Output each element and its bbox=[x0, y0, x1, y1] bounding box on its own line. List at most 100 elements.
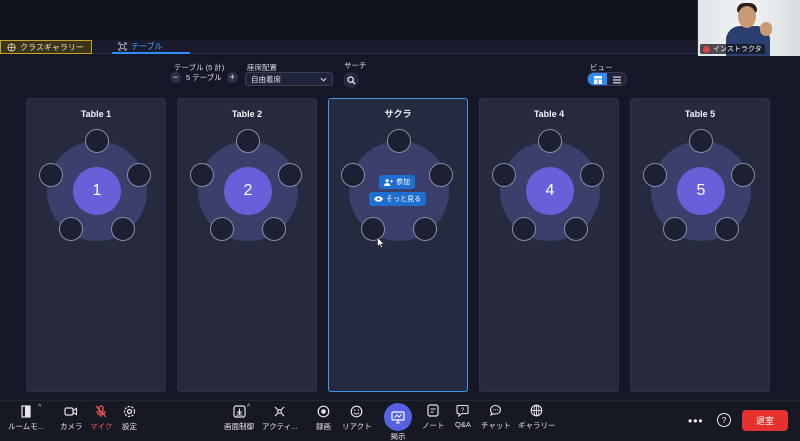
presentation-icon bbox=[391, 410, 405, 424]
activity-icon bbox=[274, 406, 285, 417]
seat[interactable] bbox=[512, 217, 536, 241]
seat[interactable] bbox=[689, 129, 713, 153]
note-button[interactable]: ノート bbox=[422, 404, 445, 431]
table-number: 4 bbox=[526, 167, 574, 215]
grid-view-icon bbox=[593, 76, 602, 84]
note-label: ノート bbox=[422, 421, 445, 430]
table-card-1[interactable]: Table 1 1 bbox=[26, 98, 166, 392]
seat[interactable] bbox=[127, 163, 151, 187]
seat[interactable] bbox=[580, 163, 604, 187]
seat[interactable] bbox=[262, 217, 286, 241]
seat[interactable] bbox=[341, 163, 365, 187]
tab-table[interactable]: テーブル bbox=[112, 40, 190, 54]
chat-icon bbox=[490, 404, 502, 417]
settings-label: 設定 bbox=[122, 422, 137, 431]
video-name: インストラクタ bbox=[713, 46, 762, 53]
smiley-icon bbox=[350, 405, 363, 418]
reaction-button[interactable]: リアクト bbox=[342, 405, 372, 432]
help-button[interactable]: ? bbox=[717, 413, 731, 427]
seat[interactable] bbox=[59, 217, 83, 241]
join-button[interactable]: 参加 bbox=[379, 175, 415, 189]
seating-value: 自由着席 bbox=[251, 74, 281, 84]
table-number: 5 bbox=[677, 167, 725, 215]
table-number: 1 bbox=[73, 167, 121, 215]
camera-button[interactable]: カメラ bbox=[60, 405, 83, 432]
add-user-icon bbox=[384, 178, 393, 186]
seat[interactable] bbox=[210, 217, 234, 241]
leave-button[interactable]: 退室 bbox=[742, 410, 788, 431]
instructor-video[interactable]: インストラクタ bbox=[697, 0, 800, 56]
seat[interactable] bbox=[564, 217, 588, 241]
search-icon bbox=[346, 75, 356, 85]
tab-class-gallery-label: クラスギャラリー bbox=[20, 42, 84, 52]
room-mode-label: ルームモ... bbox=[8, 422, 45, 431]
table-card-sakura[interactable]: サクラ 参加 そっと見る bbox=[328, 98, 468, 392]
search-label: サーチ bbox=[344, 61, 367, 70]
list-view-button[interactable] bbox=[607, 73, 626, 85]
list-view-icon bbox=[612, 76, 621, 84]
door-icon bbox=[21, 405, 31, 418]
eye-icon bbox=[374, 196, 383, 202]
gallery-button[interactable]: ギャラリー bbox=[518, 404, 556, 431]
record-button[interactable]: 録画 bbox=[316, 405, 331, 432]
seat[interactable] bbox=[387, 129, 411, 153]
question-bubble-icon: ? bbox=[456, 404, 469, 417]
table-title: Table 5 bbox=[684, 109, 716, 119]
camera-label: カメラ bbox=[60, 422, 83, 431]
chevron-down-icon bbox=[320, 77, 327, 82]
table-card-5[interactable]: Table 5 5 bbox=[630, 98, 770, 392]
search-button[interactable] bbox=[343, 72, 359, 88]
seat[interactable] bbox=[663, 217, 687, 241]
seat[interactable] bbox=[492, 163, 516, 187]
seat[interactable] bbox=[278, 163, 302, 187]
seat[interactable] bbox=[413, 217, 437, 241]
join-label: 参加 bbox=[396, 179, 410, 186]
video-name-badge: インストラクタ bbox=[700, 44, 765, 54]
record-label: 録画 bbox=[316, 422, 331, 431]
decrease-button[interactable]: − bbox=[170, 72, 181, 83]
seat[interactable] bbox=[715, 217, 739, 241]
seat[interactable] bbox=[236, 129, 260, 153]
mic-off-icon bbox=[703, 45, 710, 53]
globe-grid-icon bbox=[530, 404, 543, 417]
seat[interactable] bbox=[190, 163, 214, 187]
grid-view-button[interactable] bbox=[588, 73, 607, 85]
seat[interactable] bbox=[111, 217, 135, 241]
activity-button[interactable]: アクティ... bbox=[262, 405, 297, 432]
chat-button[interactable]: チャット bbox=[481, 404, 511, 431]
mic-button[interactable]: マイク bbox=[90, 405, 112, 432]
download-screen-icon bbox=[232, 405, 246, 418]
screen-control-label: 画面制御 bbox=[224, 422, 254, 431]
gallery-label: ギャラリー bbox=[518, 421, 556, 430]
mic-muted-icon bbox=[95, 405, 107, 418]
watch-label: そっと見る bbox=[386, 196, 421, 203]
record-icon bbox=[317, 405, 330, 418]
seat[interactable] bbox=[538, 129, 562, 153]
qa-button[interactable]: ? Q&A bbox=[455, 404, 471, 429]
seating-select[interactable]: 自由着席 bbox=[245, 72, 333, 86]
app-window: クラスギャラリー テーブル インストラクタ テーブル (5 計) − 5 テーブ… bbox=[0, 0, 800, 441]
tab-class-gallery[interactable]: クラスギャラリー bbox=[0, 40, 92, 54]
camera-icon bbox=[64, 407, 78, 416]
increase-button[interactable]: + bbox=[226, 72, 238, 83]
table-number: 2 bbox=[224, 167, 272, 215]
present-button[interactable] bbox=[384, 403, 412, 431]
seat[interactable] bbox=[85, 129, 109, 153]
screen-control-caret-icon[interactable]: ^ bbox=[247, 404, 250, 411]
seat[interactable] bbox=[731, 163, 755, 187]
seat[interactable] bbox=[643, 163, 667, 187]
table-card-2[interactable]: Table 2 2 bbox=[177, 98, 317, 392]
grid-icon bbox=[7, 42, 16, 52]
table-count-value: 5 テーブル bbox=[186, 73, 222, 82]
more-options-icon[interactable]: ••• bbox=[688, 414, 704, 428]
settings-button[interactable]: 設定 bbox=[122, 405, 137, 432]
watch-quietly-button[interactable]: そっと見る bbox=[369, 192, 426, 206]
table-title: サクラ bbox=[384, 109, 412, 119]
view-toggle bbox=[587, 72, 627, 86]
table-title: Table 1 bbox=[80, 109, 112, 119]
room-mode-caret-icon[interactable]: ^ bbox=[38, 404, 41, 411]
table-card-4[interactable]: Table 4 4 bbox=[479, 98, 619, 392]
seat[interactable] bbox=[429, 163, 453, 187]
chat-label: チャット bbox=[481, 421, 511, 430]
seat[interactable] bbox=[39, 163, 63, 187]
